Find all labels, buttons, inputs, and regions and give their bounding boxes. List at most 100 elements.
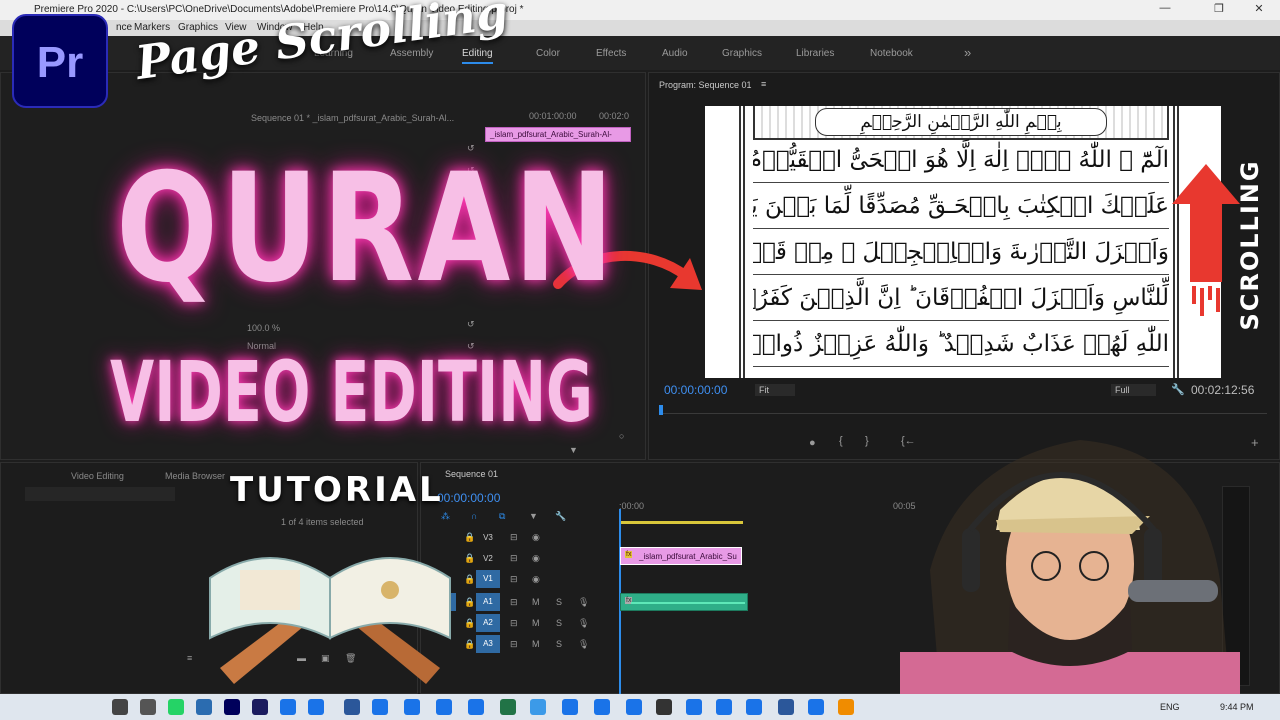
tab-audio[interactable]: Audio (662, 48, 688, 59)
chrome-icon[interactable] (746, 699, 762, 715)
language-indicator[interactable]: ENG (1160, 702, 1180, 712)
sync-lock-icon[interactable]: ⊟ (510, 597, 518, 608)
app-icon[interactable] (778, 699, 794, 715)
source-clip[interactable]: _islam_pdfsurat_Arabic_Surah-Al- (485, 127, 631, 142)
tab-color[interactable]: Color (536, 48, 560, 59)
lock-icon[interactable]: 🔒 (464, 639, 475, 650)
chrome-icon[interactable] (308, 699, 324, 715)
eye-icon[interactable]: ◉ (532, 574, 540, 585)
chrome-icon[interactable] (626, 699, 642, 715)
list-view-icon[interactable]: ≡ (187, 653, 192, 663)
mark-out-icon[interactable]: } (865, 435, 869, 447)
wrench-icon[interactable]: 🔧 (1171, 383, 1185, 396)
mic-icon[interactable]: 🎙 (578, 597, 589, 608)
tab-effects[interactable]: Effects (596, 48, 626, 59)
tab-editing[interactable]: Editing (462, 48, 493, 64)
mute-button[interactable]: M (532, 597, 540, 607)
solo-button[interactable]: S (556, 597, 562, 607)
presenter-image (900, 440, 1240, 694)
mark-in-icon[interactable]: { (839, 435, 843, 447)
word-icon[interactable] (344, 699, 360, 715)
minimize-button[interactable]: — (1150, 2, 1180, 18)
timeline-timecode[interactable]: 00:00:00:00 (437, 491, 500, 505)
sync-lock-icon[interactable]: ⊟ (510, 574, 518, 585)
track-name-a3[interactable]: A3 (476, 635, 500, 653)
close-button[interactable]: ✕ (1244, 2, 1274, 18)
video-clip[interactable]: fx _islam_pdfsurat_Arabic_Su (620, 547, 742, 565)
add-marker-icon[interactable]: ● (809, 437, 816, 449)
scroll-circle-icon[interactable]: ○ (619, 431, 624, 441)
project-search-input[interactable] (25, 487, 175, 501)
eye-icon[interactable]: ◉ (532, 532, 540, 543)
playhead-track[interactable] (663, 413, 1267, 414)
panel-menu-icon[interactable]: ≡ (761, 79, 766, 89)
lock-icon[interactable]: 🔒 (464, 553, 475, 564)
mute-button[interactable]: M (532, 618, 540, 628)
track-name-a1[interactable]: A1 (476, 593, 500, 611)
task-view-icon[interactable] (140, 699, 156, 715)
work-area-bar[interactable] (621, 521, 743, 524)
clock[interactable]: 9:44 PM (1220, 702, 1254, 712)
mic-icon[interactable]: 🎙 (578, 639, 589, 650)
chrome-icon[interactable] (372, 699, 388, 715)
premiere-pro-icon[interactable] (224, 699, 240, 715)
sync-lock-icon[interactable]: ⊟ (510, 618, 518, 629)
reset-icon[interactable]: ↺ (467, 319, 475, 330)
quality-dropdown[interactable]: Full (1111, 384, 1156, 396)
add-marker-icon[interactable]: ▼ (529, 511, 538, 521)
chrome-icon[interactable] (468, 699, 484, 715)
sync-lock-icon[interactable]: ⊟ (510, 553, 518, 564)
lock-icon[interactable]: 🔒 (464, 597, 475, 608)
chrome-icon[interactable] (280, 699, 296, 715)
add-button-icon[interactable]: + (1251, 435, 1259, 450)
magnet-icon[interactable]: ∩ (471, 511, 477, 521)
app-icon[interactable] (196, 699, 212, 715)
opacity-value[interactable]: 100.0 % (247, 323, 280, 333)
playhead-marker[interactable] (659, 405, 663, 415)
sync-lock-icon[interactable]: ⊟ (510, 639, 518, 650)
chrome-icon[interactable] (808, 699, 824, 715)
media-browser-tab[interactable]: Media Browser (165, 471, 225, 481)
search-icon[interactable] (112, 699, 128, 715)
lock-icon[interactable]: 🔒 (464, 618, 475, 629)
timeline-title[interactable]: Sequence 01 (445, 469, 498, 479)
tab-notebook[interactable]: Notebook (870, 48, 913, 59)
quran-line-5: اللّٰهِ لَهُمۡ عَذَابٌ شَدِيۡدٌ ‌ؕ وَالل… (753, 322, 1169, 367)
filter-icon[interactable]: ▼ (569, 445, 578, 455)
tab-graphics[interactable]: Graphics (722, 48, 762, 59)
tab-libraries[interactable]: Libraries (796, 48, 834, 59)
chrome-icon[interactable] (404, 699, 420, 715)
ruler-time-2: 00:02:0 (599, 111, 630, 121)
track-name-a2[interactable]: A2 (476, 614, 500, 632)
linked-selection-icon[interactable]: ⧉ (499, 511, 505, 522)
audio-clip[interactable]: fx (620, 593, 748, 611)
app-icon[interactable] (656, 699, 672, 715)
audition-icon[interactable] (252, 699, 268, 715)
lock-icon[interactable]: 🔒 (464, 574, 475, 585)
chrome-icon[interactable] (562, 699, 578, 715)
excel-icon[interactable] (500, 699, 516, 715)
mute-button[interactable]: M (532, 639, 540, 649)
wrench-icon[interactable]: 🔧 (555, 511, 566, 522)
mic-icon[interactable]: 🎙 (578, 618, 589, 629)
maximize-button[interactable]: ❐ (1204, 2, 1234, 18)
vlc-icon[interactable] (838, 699, 854, 715)
program-timecode[interactable]: 00:00:00:00 (664, 383, 727, 397)
app-icon[interactable] (530, 699, 546, 715)
track-name-v1[interactable]: V1 (476, 570, 500, 588)
solo-button[interactable]: S (556, 639, 562, 649)
chrome-icon[interactable] (594, 699, 610, 715)
lock-icon[interactable]: 🔒 (464, 532, 475, 543)
project-tab[interactable]: Video Editing (71, 471, 124, 481)
chrome-icon[interactable] (716, 699, 732, 715)
eye-icon[interactable]: ◉ (532, 553, 540, 564)
menu-sequence[interactable]: nce (116, 22, 132, 33)
chrome-icon[interactable] (686, 699, 702, 715)
sync-lock-icon[interactable]: ⊟ (510, 532, 518, 543)
more-workspaces-button[interactable]: » (964, 45, 971, 60)
fit-dropdown[interactable]: Fit (755, 384, 795, 396)
solo-button[interactable]: S (556, 618, 562, 628)
chrome-icon[interactable] (436, 699, 452, 715)
whatsapp-icon[interactable] (168, 699, 184, 715)
fx-badge: fx (625, 551, 633, 558)
